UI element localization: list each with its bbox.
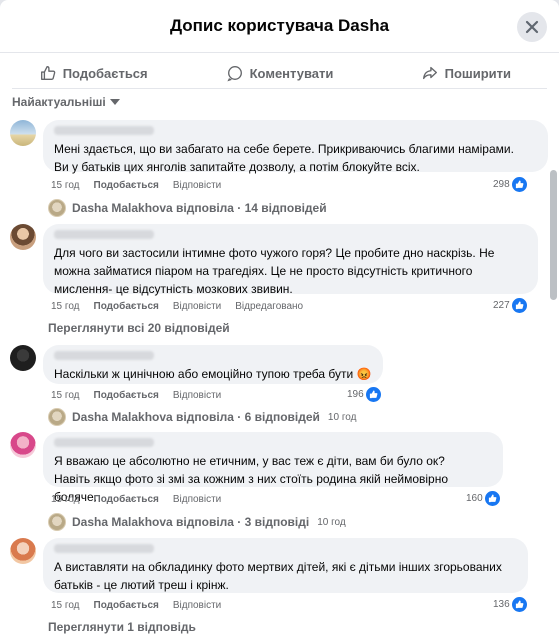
- comment-meta: 15 год Подобається Відповісти: [51, 390, 221, 401]
- comment-time[interactable]: 15 год: [51, 600, 80, 611]
- share-action-button[interactable]: Поширити: [373, 58, 559, 88]
- comment-meta: 15 год Подобається Відповісти Відредагов…: [51, 301, 303, 312]
- reaction-number: 136: [493, 599, 510, 610]
- comment-meta: 15 год Подобається Відповісти: [51, 600, 221, 611]
- replies-summary[interactable]: Dasha Malakhova відповіла · 14 відповіде…: [48, 199, 327, 217]
- replies-summary-time[interactable]: 10 год: [317, 517, 346, 528]
- comment-text: Наскільки ж цинічною або емоційно тупою …: [54, 367, 372, 381]
- author-name[interactable]: [54, 438, 154, 447]
- avatar[interactable]: [10, 538, 36, 564]
- comment-bubble: Я вважаю це абсолютно не етичним, у вас …: [43, 432, 503, 504]
- replies-summary-text: Dasha Malakhova відповіла · 6 відповідей: [72, 410, 320, 424]
- author-name[interactable]: [54, 351, 154, 360]
- comment-like-button[interactable]: Подобається: [94, 494, 159, 505]
- author-name[interactable]: [54, 544, 154, 553]
- like-reaction-icon: [365, 387, 381, 402]
- view-replies-link[interactable]: Переглянути 1 відповідь: [48, 620, 196, 634]
- reaction-count[interactable]: 298: [493, 177, 527, 192]
- comment-like-button[interactable]: Подобається: [94, 390, 159, 401]
- comment-icon: [226, 66, 242, 82]
- comment-reply-button[interactable]: Відповісти: [173, 494, 221, 505]
- comment-text: А виставляти на обкладинку фото мертвих …: [54, 560, 502, 592]
- comment-time[interactable]: 15 год: [51, 494, 80, 505]
- comment-reply-button[interactable]: Відповісти: [173, 390, 221, 401]
- author-name[interactable]: [54, 126, 154, 135]
- reaction-count[interactable]: 160: [466, 491, 500, 506]
- reaction-number: 227: [493, 300, 510, 311]
- comment-reply-button[interactable]: Відповісти: [173, 600, 221, 611]
- replies-summary[interactable]: Dasha Malakhova відповіла · 3 відповіді …: [48, 513, 346, 531]
- comment-time[interactable]: 15 год: [51, 390, 80, 401]
- like-reaction-icon: [511, 597, 527, 612]
- view-all-replies-link[interactable]: Переглянути всі 20 відповідей: [48, 321, 230, 335]
- comment-reply-button[interactable]: Відповісти: [173, 301, 221, 312]
- caret-down-icon: [109, 99, 120, 105]
- reaction-number: 196: [347, 389, 364, 400]
- comment-time[interactable]: 15 год: [51, 180, 80, 191]
- post-actions: Подобається Коментувати Поширити: [0, 58, 559, 88]
- reaction-number: 160: [466, 493, 483, 504]
- edited-label[interactable]: Відредаговано: [235, 301, 303, 312]
- comment-meta: 15 год Подобається Відповісти: [51, 494, 221, 505]
- replies-summary-text: Dasha Malakhova відповіла · 3 відповіді: [72, 515, 310, 529]
- scrollbar[interactable]: [550, 170, 557, 300]
- avatar: [48, 199, 66, 217]
- comment-reply-button[interactable]: Відповісти: [173, 180, 221, 191]
- comment-bubble: Мені здається, що ви забагато на себе бе…: [43, 120, 548, 174]
- reaction-count[interactable]: 196: [347, 387, 381, 402]
- avatar: [48, 408, 66, 426]
- avatar[interactable]: [10, 345, 36, 371]
- comment-action-label: Коментувати: [249, 65, 334, 81]
- close-button[interactable]: [517, 12, 547, 42]
- avatar: [48, 513, 66, 531]
- modal-header: Допис користувача Dasha: [0, 0, 559, 53]
- reaction-count[interactable]: 136: [493, 597, 527, 612]
- sort-label: Найактуальніші: [12, 95, 106, 109]
- comment-meta: 15 год Подобається Відповісти: [51, 180, 221, 191]
- author-name[interactable]: [54, 230, 154, 239]
- share-action-label: Поширити: [444, 65, 512, 81]
- comment-like-button[interactable]: Подобається: [94, 180, 159, 191]
- avatar[interactable]: [10, 224, 36, 250]
- thumbs-up-icon: [40, 66, 56, 80]
- sort-dropdown[interactable]: Найактуальніші: [12, 95, 120, 109]
- comment-like-button[interactable]: Подобається: [94, 301, 159, 312]
- divider: [12, 88, 547, 89]
- like-reaction-icon: [511, 177, 527, 192]
- like-action-label: Подобається: [62, 65, 148, 81]
- comment-text: Мені здається, що ви забагато на себе бе…: [54, 142, 514, 174]
- comment-like-button[interactable]: Подобається: [94, 600, 159, 611]
- replies-summary[interactable]: Dasha Malakhova відповіла · 6 відповідей…: [48, 408, 356, 426]
- comment-time[interactable]: 15 год: [51, 301, 80, 312]
- reaction-number: 298: [493, 179, 510, 190]
- reaction-count[interactable]: 227: [493, 298, 527, 313]
- replies-summary-time[interactable]: 10 год: [328, 412, 357, 423]
- like-reaction-icon: [484, 491, 500, 506]
- replies-summary-text: Dasha Malakhova відповіла · 14 відповіде…: [72, 201, 327, 215]
- share-icon: [422, 66, 437, 80]
- close-icon: [525, 20, 539, 34]
- like-reaction-icon: [511, 298, 527, 313]
- comment-bubble: Наскільки ж цинічною або емоційно тупою …: [43, 345, 383, 384]
- modal-title: Допис користувача Dasha: [169, 16, 390, 35]
- comment-bubble: А виставляти на обкладинку фото мертвих …: [43, 538, 528, 593]
- avatar[interactable]: [10, 432, 36, 458]
- comment-bubble: Для чого ви застосили інтимне фото чужог…: [43, 224, 538, 296]
- avatar[interactable]: [10, 120, 36, 146]
- comment-action-button[interactable]: Коментувати: [186, 58, 372, 88]
- comment-text: Для чого ви застосили інтимне фото чужог…: [54, 246, 495, 296]
- post-modal: Допис користувача Dasha Подобається Коме…: [0, 0, 559, 636]
- like-action-button[interactable]: Подобається: [0, 58, 186, 88]
